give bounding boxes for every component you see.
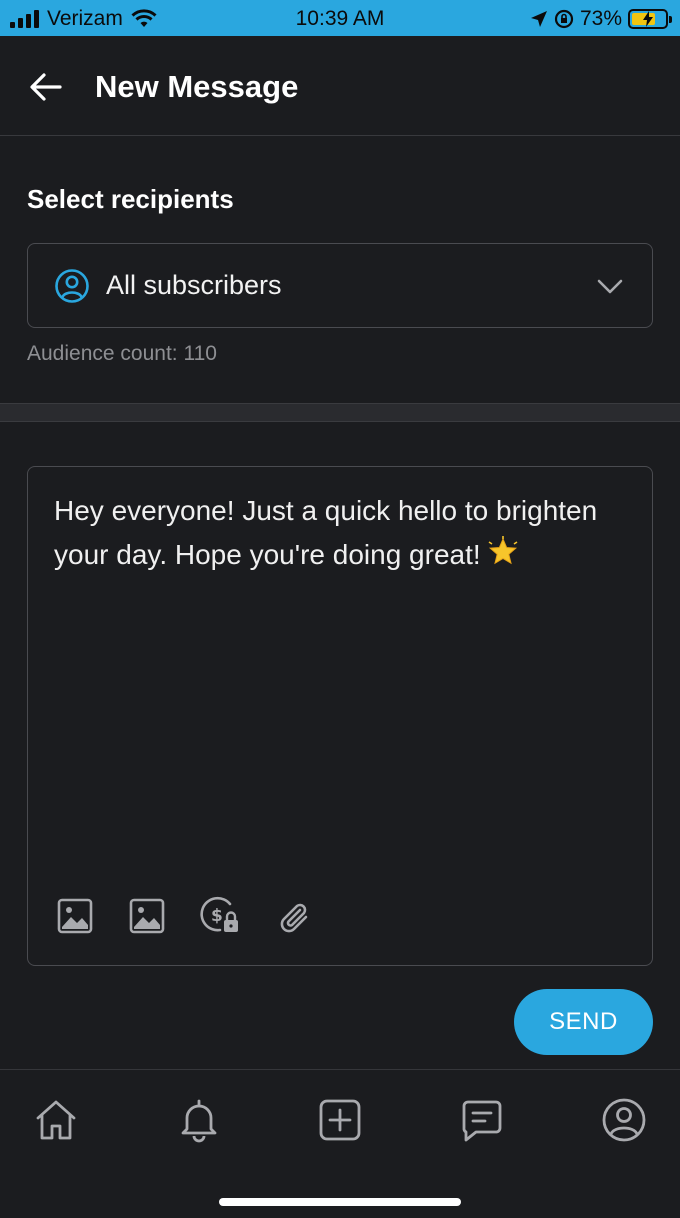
location-arrow-icon [530,11,547,27]
svg-text:$: $ [211,906,223,926]
battery-icon [628,9,672,29]
locked-price-icon[interactable]: $ [200,895,242,937]
bell-icon[interactable] [175,1096,223,1144]
recipients-heading: Select recipients [27,184,234,214]
status-bar: Verizam 10:39 AM 73% [0,0,680,36]
header: New Message [0,36,680,136]
image-icon[interactable] [128,897,166,935]
status-right: 73% [530,7,672,31]
attachment-toolbar: $ [56,895,314,937]
home-indicator [219,1198,461,1206]
section-divider [0,403,680,422]
star-emoji-icon [488,536,518,565]
bottom-nav [0,1069,680,1218]
back-button[interactable] [28,69,64,105]
page-title: New Message [95,69,299,104]
paperclip-icon[interactable] [276,897,314,935]
user-circle-icon [55,269,89,303]
arrow-left-icon [30,73,62,101]
message-composer[interactable]: Hey everyone! Just a quick hello to brig… [27,466,653,966]
send-button[interactable]: SEND [514,989,653,1055]
profile-icon[interactable] [600,1096,648,1144]
message-icon[interactable] [458,1096,506,1144]
plus-square-icon[interactable] [316,1096,364,1144]
chevron-down-icon [597,279,623,294]
home-icon[interactable] [32,1096,80,1144]
audience-count: Audience count: 110 [27,342,217,365]
rotation-lock-icon [554,9,574,29]
recipient-dropdown[interactable]: All subscribers [27,243,653,328]
message-text-area[interactable]: Hey everyone! Just a quick hello to brig… [54,489,614,577]
recipient-selected-value: All subscribers [106,270,282,300]
image-icon[interactable] [56,897,94,935]
battery-percent: 73% [579,7,622,30]
